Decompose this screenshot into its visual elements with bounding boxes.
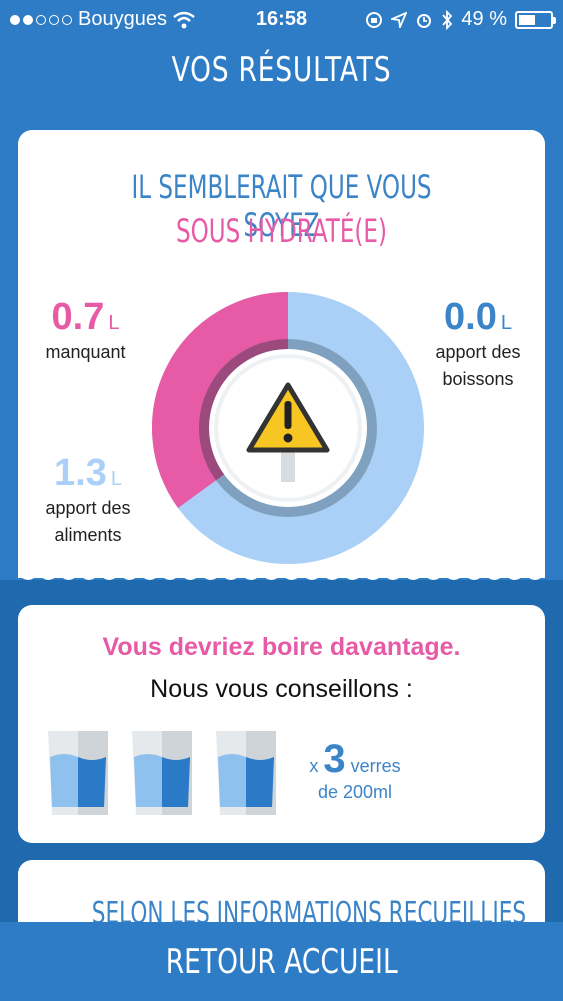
drinks-label-line2: boissons: [442, 369, 514, 389]
location-icon: [391, 11, 408, 28]
alarm-icon: [417, 13, 432, 28]
result-status: SOUS HYDRATÉ(E): [176, 212, 387, 250]
back-home-button[interactable]: RETOUR ACCUEIL: [0, 922, 563, 1000]
stat-missing: 0.7 L manquant: [28, 296, 143, 366]
water-glass-icon: [48, 731, 108, 815]
glass-recommendation: x 3 verres de 200ml: [300, 737, 410, 803]
advice-card: Vous devriez boire davantage. Nous vous …: [18, 605, 545, 843]
orientation-lock-icon: [366, 11, 383, 28]
food-label-line1: apport des: [45, 498, 131, 518]
status-right: 49 %: [365, 8, 556, 31]
advice-line2: Nous vous conseillons :: [150, 675, 413, 703]
status-bar: Bouygues 16:58 49 %: [0, 0, 563, 40]
glass-unit: verres: [350, 756, 401, 776]
food-value: 1.3: [54, 452, 107, 494]
missing-value: 0.7: [51, 296, 105, 338]
water-glass-icon: [216, 731, 276, 815]
food-label-line2: aliments: [54, 525, 122, 545]
result-card: IL SEMBLERAIT QUE VOUS SOYEZ SOUS HYDRAT…: [18, 130, 545, 578]
food-unit: L: [110, 468, 122, 490]
water-glass-icon: [132, 731, 192, 815]
battery-percent: 49 %: [461, 8, 507, 30]
multiplier: x: [309, 756, 319, 776]
drinks-label-line1: apport des: [435, 342, 521, 362]
advice-line1: Vous devriez boire davantage.: [102, 633, 461, 661]
stat-food: 1.3 L apport des aliments: [28, 452, 148, 549]
hydration-gauge: [152, 292, 424, 564]
card-wave-edge: [18, 566, 545, 580]
page-title: VOS RÉSULTATS: [171, 50, 392, 90]
glass-count: 3: [323, 737, 346, 781]
drinks-value: 0.0: [444, 296, 497, 338]
glass-size: de 200ml: [317, 782, 393, 802]
back-home-label: RETOUR ACCUEIL: [165, 942, 398, 982]
missing-unit: L: [108, 312, 120, 334]
stat-drinks: 0.0 L apport des boissons: [418, 296, 538, 393]
drinks-unit: L: [500, 312, 512, 334]
missing-label: manquant: [45, 342, 126, 362]
bluetooth-icon: [442, 9, 453, 30]
battery-icon: [515, 10, 556, 29]
